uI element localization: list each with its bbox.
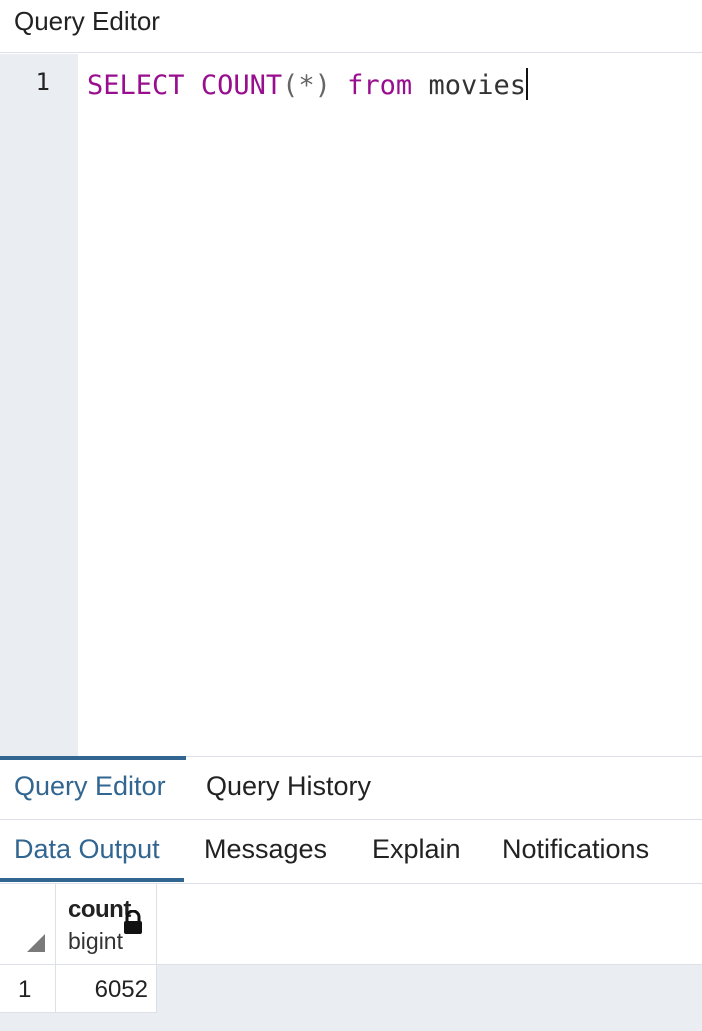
active-tab-indicator: [0, 756, 186, 760]
tab-messages[interactable]: Messages: [204, 834, 327, 865]
text-cursor: [525, 68, 528, 100]
panel-header: Query Editor: [0, 0, 702, 53]
cell-value: 6052: [94, 976, 148, 1003]
tab-notifications[interactable]: Notifications: [502, 834, 649, 865]
count-args: (*): [282, 70, 331, 101]
tab-query-history[interactable]: Query History: [206, 771, 371, 802]
select-all-corner[interactable]: [0, 884, 56, 964]
line-gutter: 1: [0, 54, 78, 756]
row-number: 1: [18, 976, 32, 1003]
grid-header: count bigint: [0, 884, 702, 964]
table-cell-count[interactable]: 6052: [56, 965, 156, 1012]
line-number: 1: [35, 68, 50, 96]
table-row: 1 6052: [0, 965, 157, 1013]
tab-explain[interactable]: Explain: [372, 834, 461, 865]
tab-data-output[interactable]: Data Output: [14, 834, 160, 865]
keyword-select: SELECT: [87, 70, 185, 101]
data-output-grid: count bigint 1 6052: [0, 884, 702, 1031]
active-output-tab-indicator: [0, 878, 184, 882]
panel-title: Query Editor: [14, 6, 160, 36]
code-line[interactable]: SELECT COUNT(*) from movies: [87, 68, 528, 103]
output-tab-bar: Data Output Messages Explain Notificatio…: [0, 820, 702, 884]
column-header-count[interactable]: count bigint: [56, 884, 157, 964]
sql-editor[interactable]: 1 SELECT COUNT(*) from movies: [0, 54, 702, 756]
lock-icon: [124, 910, 142, 934]
row-number-cell[interactable]: 1: [0, 965, 56, 1012]
keyword-count: COUNT: [200, 70, 283, 101]
corner-triangle-icon: [27, 934, 45, 952]
editor-tab-bar: Query Editor Query History: [0, 756, 702, 820]
tab-query-editor[interactable]: Query Editor: [14, 771, 166, 802]
table-name: movies: [428, 70, 526, 101]
keyword-from: from: [347, 70, 413, 101]
column-type: bigint: [68, 928, 123, 954]
